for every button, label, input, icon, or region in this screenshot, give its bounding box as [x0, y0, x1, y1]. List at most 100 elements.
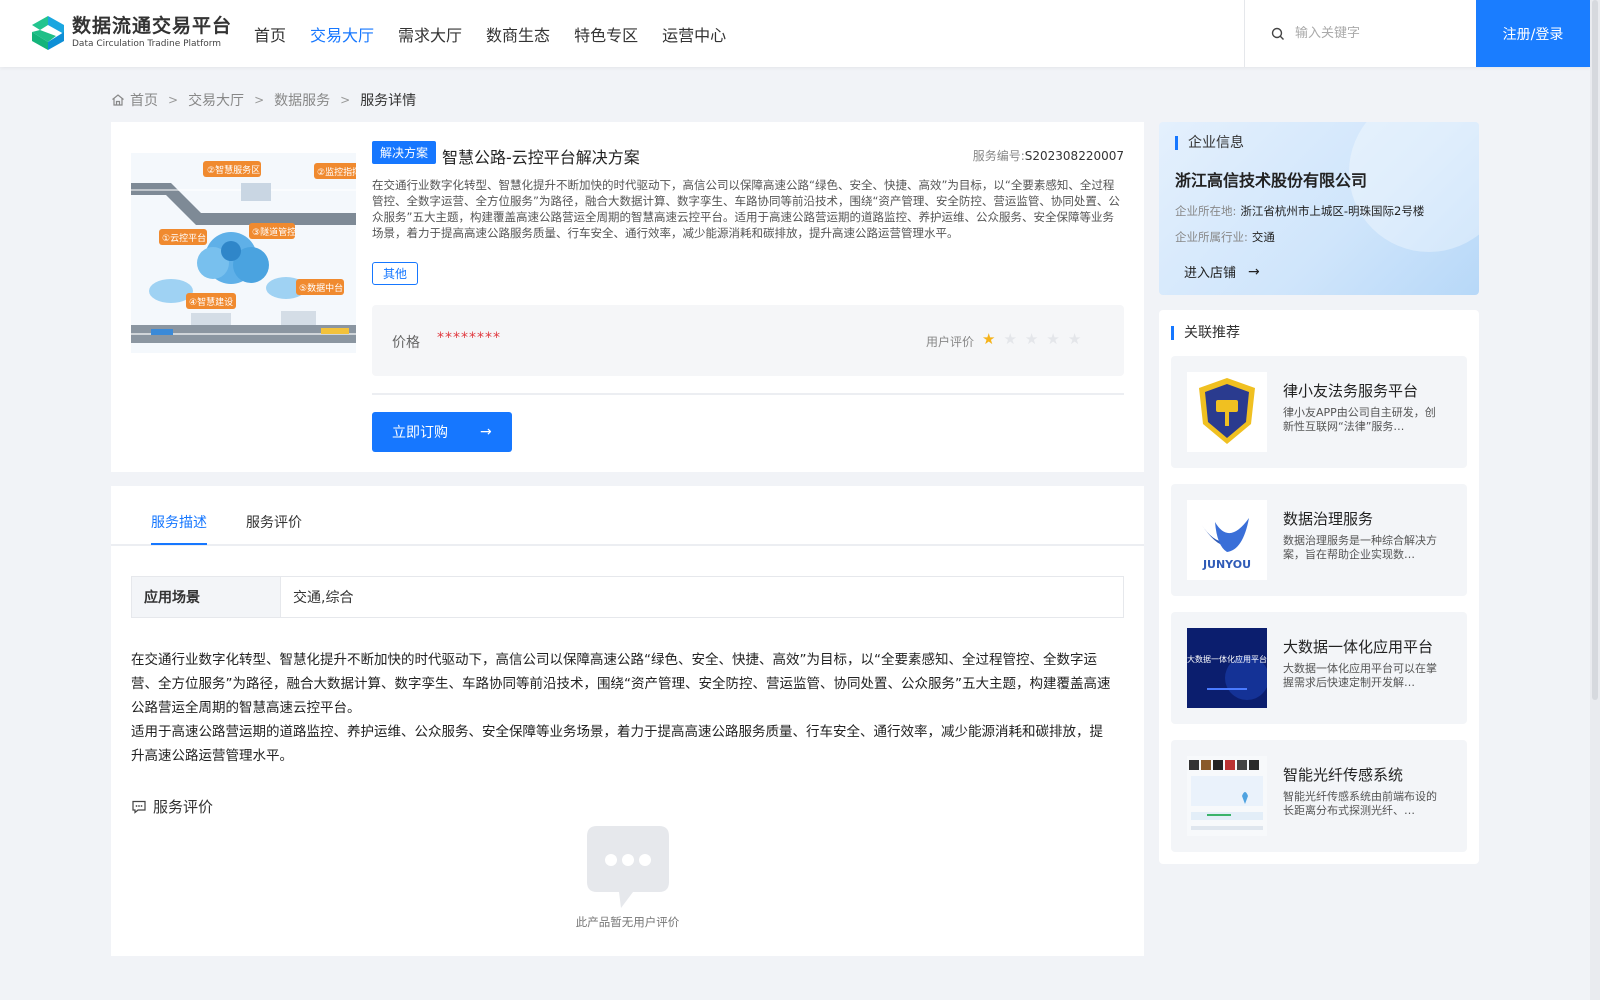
- smart-highway-illustration: ②智慧服务区 ②监控指挥 ①云控平台 ③隧道管控 ④智慧建设 ⑤数据中台: [131, 153, 356, 353]
- breadcrumb-trading-hall[interactable]: 交易大厅: [188, 90, 244, 110]
- description-paragraph: 适用于高速公路营运期的道路监控、养护运维、公众服务、安全保障等业务场景，着力于提…: [131, 724, 1103, 764]
- recommend-desc: 大数据一体化应用平台可以在掌握需求后快速定制开发解…: [1283, 662, 1437, 689]
- service-description: 在交通行业数字化转型、智慧化提升不断加快的时代驱动下，高信公司以保障高速公路“绿…: [131, 648, 1111, 768]
- chevron-right-icon: >: [254, 93, 265, 107]
- company-industry: 企业所属行业: 交通: [1175, 229, 1275, 245]
- recommend-title: 大数据一体化应用平台: [1283, 638, 1434, 656]
- arrow-right-icon: →: [1248, 263, 1260, 280]
- nav-home[interactable]: 首页: [254, 22, 286, 46]
- nav-special-zone[interactable]: 特色专区: [574, 22, 638, 46]
- bigdata-platform-thumbnail: 大数据一体化应用平台: [1187, 628, 1267, 708]
- service-detail-card: 服务描述 服务评价 应用场景 交通,综合 在交通行业数字化转型、智慧化提升不断加…: [111, 486, 1144, 956]
- image-label-tunnel: ③隧道管控: [252, 226, 296, 238]
- star-icon: ★: [1003, 330, 1017, 348]
- company-section-title: 企业信息: [1175, 136, 1244, 150]
- service-number-value: S202308220007: [1024, 149, 1124, 163]
- company-info-card: 企业信息 浙江高信技术股份有限公司 企业所在地: 浙江省杭州市上城区-明珠国际2号…: [1159, 122, 1479, 295]
- arrow-right-icon: →: [480, 424, 492, 440]
- product-title: 智慧公路-云控平台解决方案: [442, 148, 640, 167]
- recommend-thumbnail: [1187, 756, 1267, 836]
- junyou-logo-text: JUNYOU: [1202, 558, 1251, 571]
- tab-service-description[interactable]: 服务描述: [151, 512, 207, 532]
- decorative-glow: [1349, 122, 1479, 252]
- search-input[interactable]: [1295, 26, 1465, 41]
- shield-logo-icon: [1199, 378, 1255, 444]
- product-image: ②智慧服务区 ②监控指挥 ①云控平台 ③隧道管控 ④智慧建设 ⑤数据中台: [131, 153, 356, 353]
- detail-tabs: 服务描述 服务评价: [111, 486, 1144, 546]
- search-icon[interactable]: [1271, 27, 1285, 41]
- logo-icon: [32, 16, 64, 50]
- recommend-item[interactable]: 大数据一体化应用平台 大数据一体化应用平台 大数据一体化应用平台可以在掌握需求后…: [1171, 612, 1467, 724]
- divider: [372, 393, 1124, 395]
- price-panel: 价格 ******** 用户评价 ★ ★ ★ ★ ★: [372, 305, 1124, 376]
- breadcrumb-data-service[interactable]: 数据服务: [274, 90, 330, 110]
- company-location-label: 企业所在地:: [1175, 204, 1237, 218]
- order-now-button[interactable]: 立即订购 →: [372, 412, 512, 452]
- home-icon[interactable]: [111, 93, 125, 107]
- recommend-item[interactable]: JUNYOU 数据治理服务 数据治理服务是一种综合解决方案，旨在帮助企业实现数…: [1171, 484, 1467, 596]
- breadcrumb: 首页 > 交易大厅 > 数据服务 > 服务详情: [111, 90, 416, 110]
- no-reviews-text: 此产品暂无用户评价: [575, 915, 680, 929]
- breadcrumb-home[interactable]: 首页: [130, 90, 158, 110]
- solution-type-badge: 解决方案: [372, 141, 437, 164]
- enter-shop-link[interactable]: 进入店铺 →: [1184, 262, 1260, 282]
- product-card: ②智慧服务区 ②监控指挥 ①云控平台 ③隧道管控 ④智慧建设 ⑤数据中台 解决方…: [111, 122, 1144, 472]
- nav-demand-hall[interactable]: 需求大厅: [398, 22, 462, 46]
- tab-service-reviews[interactable]: 服务评价: [246, 512, 302, 532]
- thumbnail-caption: 大数据一体化应用平台: [1187, 654, 1267, 664]
- company-location-value: 浙江省杭州市上城区-明珠国际2号楼: [1240, 204, 1425, 218]
- nav-operations-center[interactable]: 运营中心: [662, 22, 726, 46]
- recommend-section-title: 关联推荐: [1171, 326, 1240, 340]
- star-icon: ★: [1024, 330, 1039, 348]
- recommend-title: 律小友法务服务平台: [1283, 382, 1419, 400]
- nav-ecosystem[interactable]: 数商生态: [486, 22, 550, 46]
- company-location: 企业所在地: 浙江省杭州市上城区-明珠国际2号楼: [1175, 203, 1424, 219]
- rating-stars: ★ ★ ★ ★ ★: [982, 330, 1089, 348]
- scene-label: 应用场景: [132, 577, 280, 617]
- company-industry-label: 企业所属行业:: [1175, 230, 1248, 244]
- recommend-item[interactable]: 智能光纤传感系统 智能光纤传感系统由前端布设的长距离分布式探测光纤、…: [1171, 740, 1467, 852]
- company-name: 浙江高信技术股份有限公司: [1175, 171, 1368, 190]
- image-label-cloud-platform: ①云控平台: [162, 232, 206, 244]
- application-scene-table: 应用场景 交通,综合: [131, 576, 1124, 618]
- recommend-item[interactable]: 律小友法务服务平台 律小友APP由公司自主研发，创新性互联网“法律”服务…: [1171, 356, 1467, 468]
- order-now-label: 立即订购: [392, 425, 448, 441]
- recommend-thumbnail: 大数据一体化应用平台: [1187, 628, 1267, 708]
- page-scrollbar[interactable]: [1590, 0, 1600, 1000]
- reviews-title: 服务评价: [153, 798, 214, 816]
- junyou-logo-icon: JUNYOU: [1201, 518, 1251, 571]
- reviews-heading: 服务评价: [131, 796, 213, 817]
- category-tag[interactable]: 其他: [372, 262, 419, 285]
- recommend-thumbnail: [1187, 372, 1267, 452]
- product-summary: 在交通行业数字化转型、智慧化提升不断加快的时代驱动下，高信公司以保障高速公路“绿…: [372, 178, 1120, 240]
- recommend-desc: 智能光纤传感系统由前端布设的长距离分布式探测光纤、…: [1283, 790, 1437, 817]
- login-register-button[interactable]: 注册/登录: [1476, 0, 1590, 67]
- price-value: ********: [437, 330, 501, 346]
- related-recommendations: 关联推荐 律小友法务服务平台 律小友APP由公司自主研发，创新性互联网“法律”服…: [1159, 310, 1479, 864]
- empty-comment-icon: [587, 826, 669, 908]
- chevron-right-icon: >: [340, 93, 351, 107]
- scrollbar-thumb[interactable]: [1592, 0, 1598, 700]
- logo-subtitle: Data Circulation Tradine Platform: [72, 39, 222, 49]
- description-paragraph: 在交通行业数字化转型、智慧化提升不断加快的时代驱动下，高信公司以保障高速公路“绿…: [131, 652, 1111, 716]
- image-label-construction: ④智慧建设: [189, 296, 233, 308]
- breadcrumb-current: 服务详情: [360, 93, 417, 109]
- service-number: 服务编号:S202308220007: [973, 147, 1124, 164]
- image-label-monitor: ②监控指挥: [317, 166, 356, 178]
- site-logo[interactable]: 数据流通交易平台 Data Circulation Tradine Platfo…: [30, 14, 232, 52]
- logo-title: 数据流通交易平台: [72, 15, 233, 37]
- star-icon: ★: [982, 330, 996, 348]
- price-label: 价格: [392, 335, 420, 351]
- scene-value: 交通,综合: [280, 577, 1123, 617]
- image-label-data-platform: ⑤数据中台: [299, 282, 343, 294]
- top-header: 数据流通交易平台 Data Circulation Tradine Platfo…: [0, 0, 1590, 67]
- nav-trading-hall[interactable]: 交易大厅: [310, 22, 374, 46]
- rating-label: 用户评价: [926, 335, 975, 349]
- main-nav: 首页 交易大厅 需求大厅 数商生态 特色专区 运营中心: [254, 0, 750, 67]
- recommend-title: 数据治理服务: [1283, 510, 1374, 528]
- company-industry-value: 交通: [1251, 230, 1275, 244]
- chevron-right-icon: >: [168, 93, 179, 107]
- recommend-desc: 数据治理服务是一种综合解决方案，旨在帮助企业实现数…: [1283, 534, 1437, 561]
- search-box: [1244, 0, 1476, 67]
- enter-shop-label: 进入店铺: [1184, 266, 1237, 281]
